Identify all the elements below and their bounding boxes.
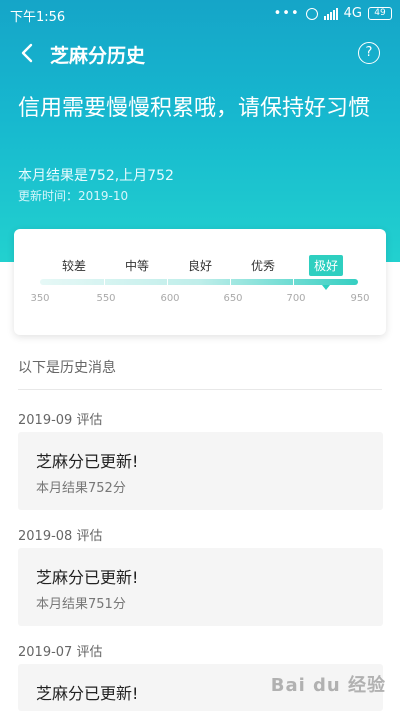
tick-550: 550 [96, 293, 116, 304]
network-type: 4G [343, 6, 362, 21]
history-card[interactable]: 芝麻分已更新! 本月结果752分 [18, 432, 383, 510]
history-card-title: 芝麻分已更新! [36, 568, 139, 587]
level-good: 良好 [187, 259, 213, 273]
history-card-text: 本月结果752分 [36, 481, 126, 496]
tick-700: 700 [286, 293, 306, 304]
score-range-card: 较差 中等 良好 优秀 极好 350 550 600 650 700 950 [14, 229, 386, 335]
help-icon[interactable]: ? [358, 42, 380, 64]
watermark-logo: Bai du 经验 [270, 675, 386, 696]
page-title: 芝麻分历史 [50, 45, 146, 67]
level-poor: 较差 [61, 259, 87, 273]
battery-icon: 49 [368, 7, 392, 20]
level-excellent: 极好 [308, 255, 344, 276]
level-fair: 中等 [124, 259, 150, 273]
history-date: 2019-09 评估 [18, 413, 103, 428]
history-section-title: 以下是历史消息 [18, 360, 116, 376]
alarm-icon [305, 7, 318, 20]
status-bar: 下午1:56 ••• 4G 49 [0, 0, 400, 28]
history-card-title: 芝麻分已更新! [36, 452, 139, 471]
notification-dots-icon: ••• [273, 6, 300, 21]
score-summary: 本月结果是752,上月752 [18, 168, 174, 184]
history-card[interactable]: 芝麻分已更新! 本月结果751分 [18, 548, 383, 626]
history-card-text: 本月结果751分 [36, 597, 126, 612]
score-pointer-icon [322, 285, 330, 290]
update-time: 更新时间：2019-10 [18, 189, 129, 203]
back-arrow-icon[interactable] [14, 40, 40, 66]
tick-650: 650 [223, 293, 243, 304]
tick-600: 600 [160, 293, 180, 304]
tick-950: 950 [350, 293, 370, 304]
history-date: 2019-08 评估 [18, 529, 103, 544]
section-divider [18, 389, 382, 390]
signal-icon [323, 7, 338, 20]
level-very-good: 优秀 [250, 259, 276, 273]
nav-bar: 芝麻分历史 ? [0, 28, 400, 78]
tick-350: 350 [30, 293, 50, 304]
history-card-title: 芝麻分已更新! [36, 684, 139, 703]
status-time: 下午1:56 [10, 10, 66, 25]
headline-text: 信用需要慢慢积累哦，请保持好习惯 [18, 96, 371, 121]
history-date: 2019-07 评估 [18, 645, 103, 660]
score-track [40, 279, 358, 285]
